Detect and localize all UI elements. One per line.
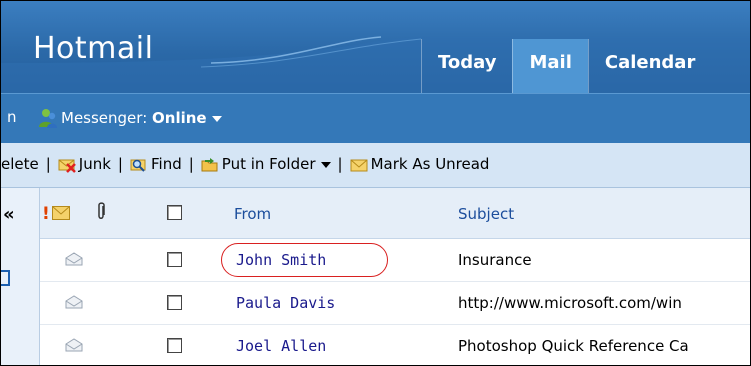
row-checkbox[interactable] xyxy=(167,338,182,353)
messenger-status: Online xyxy=(152,109,207,127)
find-button[interactable]: Find xyxy=(130,155,182,173)
toolbar-separator: | xyxy=(337,155,343,173)
tab-mail[interactable]: Mail xyxy=(512,39,588,93)
read-status-envelope-icon[interactable] xyxy=(52,206,70,220)
column-from[interactable]: From xyxy=(234,205,271,223)
read-envelope-icon xyxy=(65,338,83,352)
collapse-pane-button[interactable]: « xyxy=(3,204,15,225)
row-checkbox[interactable] xyxy=(167,295,182,310)
table-row[interactable]: Paula Davis http://www.microsoft.com/win xyxy=(40,282,750,325)
junk-label: Junk xyxy=(78,155,111,173)
folder-icon xyxy=(201,157,218,171)
table-row[interactable]: John Smith Insurance xyxy=(40,239,750,282)
junk-icon xyxy=(58,159,76,173)
mark-as-unread-label: Mark As Unread xyxy=(370,155,490,173)
sender-name[interactable]: John Smith xyxy=(236,251,326,269)
table-row[interactable]: Joel Allen Photoshop Quick Reference Ca xyxy=(40,325,750,365)
row-checkbox[interactable] xyxy=(167,252,182,267)
toolbar-separator: | xyxy=(188,155,194,173)
messenger-bar: n Messenger: Online xyxy=(1,93,750,143)
mail-toolbar: elete | Junk | Find | Put in Folder | Ma… xyxy=(1,143,750,188)
sender-name[interactable]: Joel Allen xyxy=(236,337,326,355)
messenger-buddy-icon xyxy=(39,109,57,128)
tab-today[interactable]: Today xyxy=(421,39,512,93)
header-bar: Hotmail Today Mail Calendar xyxy=(1,1,750,93)
hotmail-window: Hotmail Today Mail Calendar n Messenger:… xyxy=(0,0,751,366)
put-in-folder-label: Put in Folder xyxy=(221,155,316,173)
message-subject[interactable]: http://www.microsoft.com/win xyxy=(458,294,682,312)
column-subject[interactable]: Subject xyxy=(458,205,514,223)
hotmail-logo-text: Hotmail xyxy=(33,31,154,66)
importance-icon[interactable]: ! xyxy=(42,204,50,224)
find-icon xyxy=(130,159,146,172)
messenger-label: Messenger: xyxy=(61,109,148,127)
toolbar-separator: | xyxy=(45,155,51,173)
put-in-folder-button[interactable]: Put in Folder xyxy=(201,155,331,173)
messenger-status-dropdown[interactable]: Messenger: Online xyxy=(61,109,222,127)
sender-name[interactable]: Paula Davis xyxy=(236,294,335,312)
tab-calendar[interactable]: Calendar xyxy=(587,39,711,93)
read-envelope-icon xyxy=(65,252,83,266)
chevron-down-icon xyxy=(320,161,331,168)
mark-as-unread-button[interactable]: Mark As Unread xyxy=(350,155,490,173)
message-list-header: ! From Subject xyxy=(40,188,750,239)
junk-button[interactable]: Junk xyxy=(58,155,111,173)
main-tabs: Today Mail Calendar xyxy=(421,39,711,93)
truncated-text: n xyxy=(7,108,17,126)
delete-button[interactable]: elete xyxy=(1,155,39,173)
attachment-icon[interactable] xyxy=(95,202,107,222)
envelope-icon xyxy=(350,159,368,171)
find-label: Find xyxy=(150,155,182,173)
read-envelope-icon xyxy=(65,295,83,309)
select-all-checkbox[interactable] xyxy=(167,205,182,220)
message-subject[interactable]: Insurance xyxy=(458,251,532,269)
folder-pane-edge xyxy=(1,270,10,286)
chevron-down-icon xyxy=(211,115,222,122)
message-subject[interactable]: Photoshop Quick Reference Ca xyxy=(458,337,689,355)
toolbar-separator: | xyxy=(117,155,123,173)
